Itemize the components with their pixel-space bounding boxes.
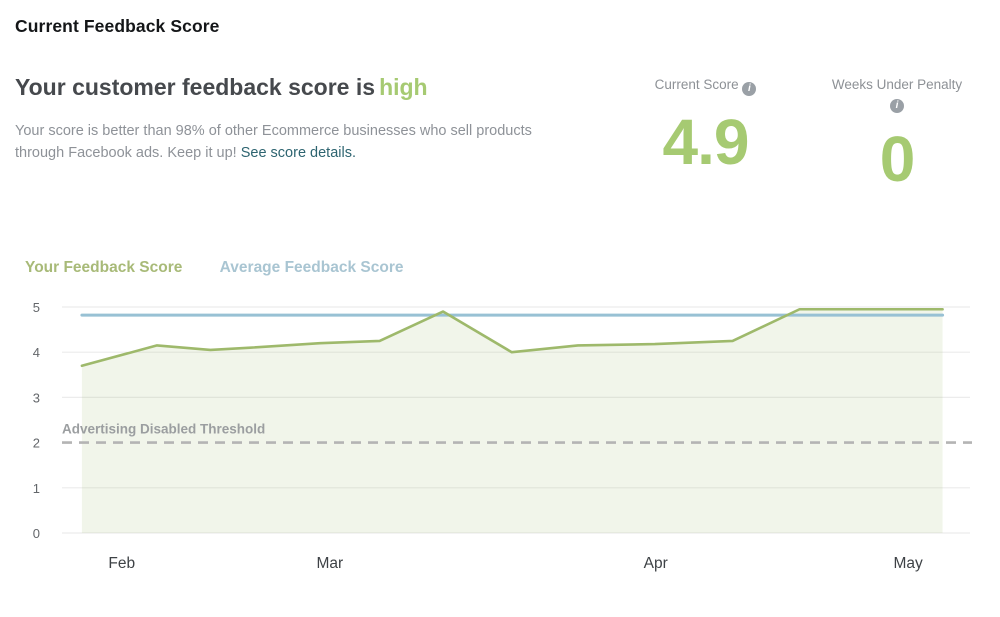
weeks-under-penalty-label: Weeks Under Penalty [831, 77, 963, 92]
legend-average-feedback-score: Average Feedback Score [219, 259, 404, 276]
y-axis-tick: 2 [33, 436, 40, 451]
score-heading-text: Your customer feedback score is [15, 74, 376, 100]
advertising-disabled-threshold-label: Advertising Disabled Threshold [62, 422, 265, 437]
y-axis-tick: 5 [33, 300, 40, 315]
see-score-details-link[interactable]: See score details. [241, 145, 356, 161]
y-axis-tick: 3 [33, 390, 40, 405]
legend-your-feedback-score: Your Feedback Score [25, 259, 183, 276]
info-icon[interactable]: i [890, 99, 904, 113]
feedback-score-card: Current Feedback Score Your customer fee… [0, 0, 1000, 617]
feedback-score-chart: 0 1 2 3 4 5 Advertising Disabled Threshold Feb M… [0, 296, 1000, 596]
score-summary: Your score is better than 98% of other E… [15, 120, 563, 164]
y-axis-tick: 1 [33, 481, 40, 496]
y-axis-tick: 0 [33, 526, 40, 541]
score-status-high: high [379, 74, 428, 100]
x-axis-tick: Feb [108, 555, 135, 572]
weeks-under-penalty-stat: Weeks Under Penalty i 0 [812, 76, 982, 191]
y-axis-tick: 4 [33, 345, 40, 360]
chart-legend: Your Feedback Score Average Feedback Sco… [25, 259, 436, 277]
weeks-under-penalty-value: 0 [879, 123, 916, 195]
weeks-under-penalty-label-row: Weeks Under Penalty i [812, 76, 982, 113]
current-score-value: 4.9 [662, 106, 750, 178]
info-icon[interactable]: i [742, 82, 757, 96]
current-score-stat: Current Score i 4.9 [618, 76, 793, 174]
feedback-score-chart-svg: 0 1 2 3 4 5 Advertising Disabled Threshold Feb M… [33, 300, 972, 572]
page-title: Current Feedback Score [15, 16, 220, 36]
current-score-label: Current Score [654, 77, 739, 92]
x-axis-tick: Apr [644, 555, 668, 572]
x-axis-tick: Mar [317, 555, 344, 572]
current-score-label-row: Current Score i [618, 76, 793, 96]
x-axis-tick: May [894, 555, 924, 572]
score-heading: Your customer feedback score is high [15, 74, 428, 101]
